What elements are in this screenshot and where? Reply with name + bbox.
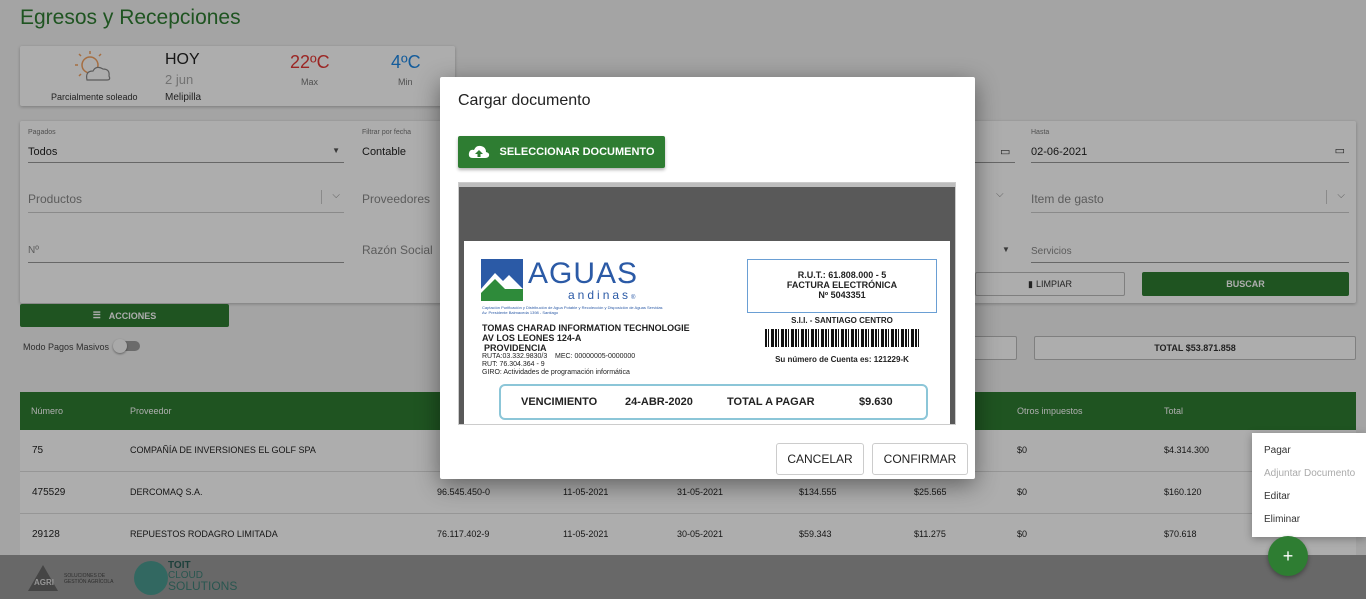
customer-name: TOMAS CHARAD INFORMATION TECHNOLOGIE <box>482 323 690 333</box>
brand-sub: andinas® <box>568 288 638 302</box>
plus-icon: + <box>1282 545 1294 566</box>
sii-office: S.I.I. - SANTIAGO CENTRO <box>791 316 893 325</box>
brand-reg: ® <box>631 295 639 301</box>
brand-sub-text: andinas <box>568 288 632 302</box>
vencimiento-date: 24-ABR-2020 <box>625 396 693 408</box>
total-pagar-value: $9.630 <box>859 396 893 408</box>
menu-item-adjuntar: Adjuntar Documento <box>1264 468 1356 479</box>
ruta: RUTA:03.332.9830/3 <box>482 353 548 360</box>
row-context-menu: Pagar Adjuntar Documento Editar Eliminar <box>1252 433 1366 537</box>
cloud-upload-icon <box>469 145 490 158</box>
payment-summary: VENCIMIENTO 24-ABR-2020 TOTAL A PAGAR $9… <box>499 384 928 420</box>
rut-emisor: R.U.T.: 61.808.000 - 5 <box>797 270 887 280</box>
customer-details: RUTA:03.332.9830/3 MEC: 00000005-0000000… <box>482 353 635 377</box>
document-preview: AGUAS andinas® Captación Purificación y … <box>458 182 956 425</box>
doc-type: FACTURA ELECTRÓNICA <box>786 280 898 290</box>
aguas-andinas-logo <box>481 259 523 301</box>
menu-item-editar[interactable]: Editar <box>1264 491 1290 502</box>
barcode <box>765 329 920 347</box>
menu-item-pagar[interactable]: Pagar <box>1264 445 1291 456</box>
brand-name: AGUAS <box>528 257 639 290</box>
rut-cliente: RUT: 76.304.364 - 9 <box>482 361 545 368</box>
add-fab-button[interactable]: + <box>1268 536 1308 576</box>
total-pagar-label: TOTAL A PAGAR <box>727 396 815 408</box>
cancel-button[interactable]: CANCELAR <box>776 443 864 475</box>
customer-block: TOMAS CHARAD INFORMATION TECHNOLOGIE AV … <box>482 323 690 353</box>
select-document-button[interactable]: SELECCIONAR DOCUMENTO <box>458 136 665 168</box>
customer-comuna: PROVIDENCIA <box>484 343 547 353</box>
rut-box: R.U.T.: 61.808.000 - 5 FACTURA ELECTRÓNI… <box>747 259 937 313</box>
vencimiento-label: VENCIMIENTO <box>521 396 598 408</box>
invoice-page: AGUAS andinas® Captación Purificación y … <box>464 241 950 424</box>
mec: MEC: 00000005-0000000 <box>555 353 636 360</box>
customer-address: AV LOS LEONES 124-A <box>482 333 582 343</box>
dialog-title: Cargar documento <box>458 92 591 109</box>
account-number: Su número de Cuenta es: 121229-K <box>775 355 909 364</box>
upload-dialog: Cargar documento SELECCIONAR DOCUMENTO A… <box>440 77 975 479</box>
fine-print-2: Av. Presidente Balmaceda 1398 - Santiago <box>482 310 559 315</box>
menu-item-eliminar[interactable]: Eliminar <box>1264 514 1300 525</box>
doc-number: Nº 5043351 <box>818 290 866 300</box>
brand-fine-print: Captación Purificación y Distribución de… <box>482 305 712 315</box>
confirm-button[interactable]: CONFIRMAR <box>872 443 968 475</box>
giro: GIRO: Actividades de programación inform… <box>482 369 630 376</box>
select-document-label: SELECCIONAR DOCUMENTO <box>499 146 655 158</box>
